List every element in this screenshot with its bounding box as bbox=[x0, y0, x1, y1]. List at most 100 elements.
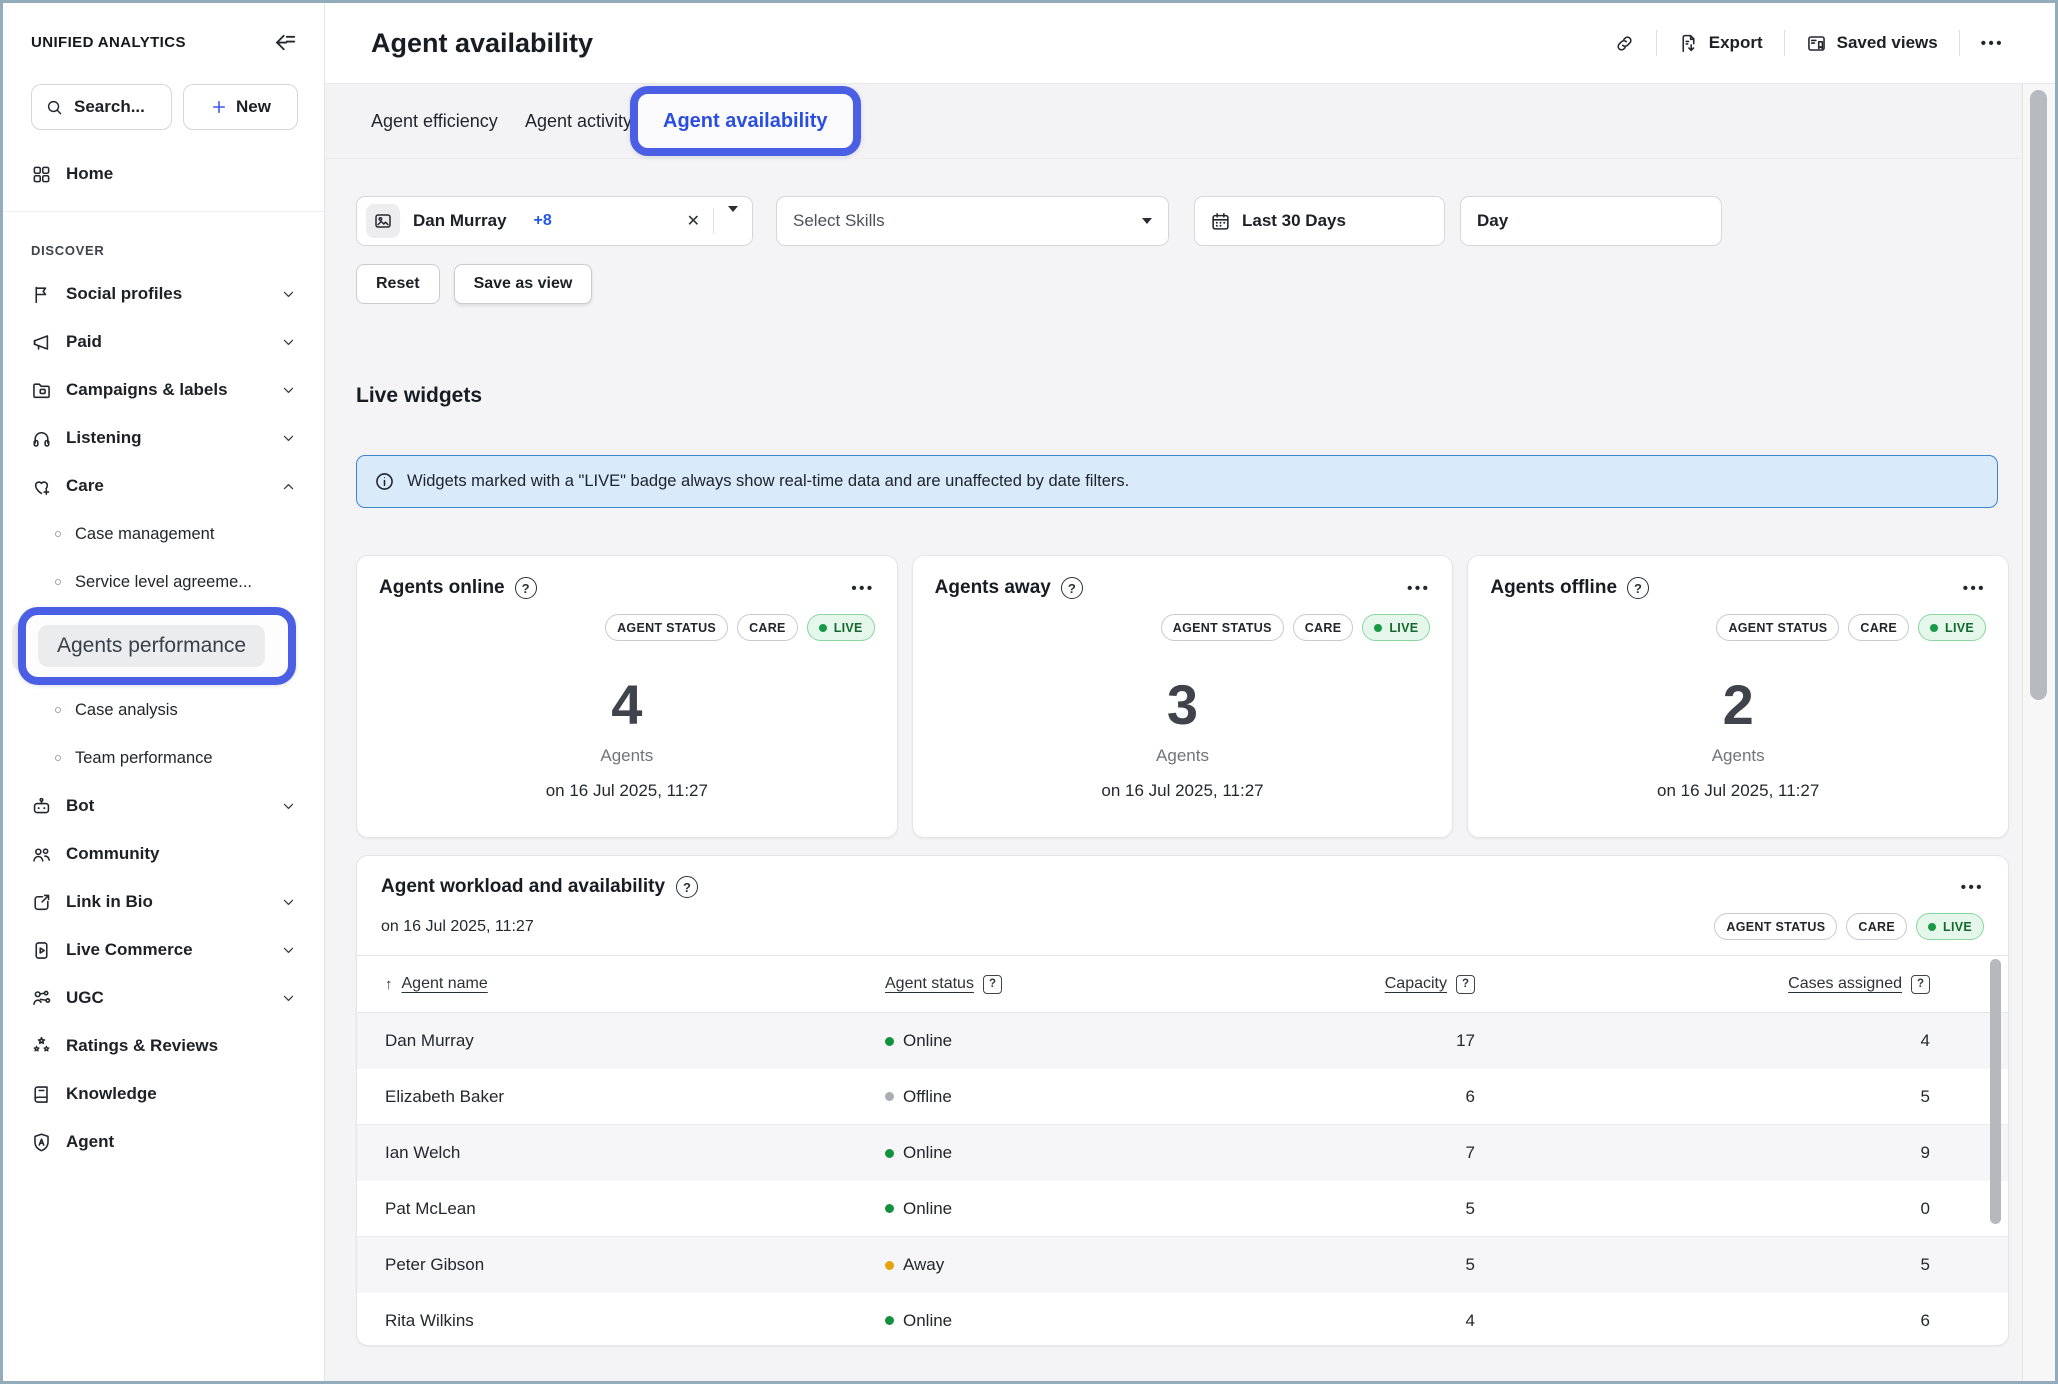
column-header-capacity[interactable]: Capacity bbox=[1335, 975, 1475, 994]
new-label: New bbox=[236, 97, 271, 117]
granularity-filter[interactable]: Day bbox=[1460, 196, 1722, 246]
close-icon[interactable] bbox=[674, 211, 713, 231]
sidebar-item[interactable]: Social profiles bbox=[3, 270, 324, 318]
sidebar-item[interactable]: Community bbox=[3, 830, 324, 878]
sidebar-item[interactable]: Listening bbox=[3, 414, 324, 462]
tab-agent-efficiency[interactable]: Agent efficiency bbox=[371, 84, 498, 159]
link-in-bio-icon bbox=[31, 892, 52, 913]
annotation-ring: Agents performance bbox=[18, 607, 296, 685]
sidebar-item[interactable]: Bot bbox=[3, 782, 324, 830]
sidebar-item[interactable]: UGC bbox=[3, 974, 324, 1022]
cell-capacity: 4 bbox=[1335, 1311, 1475, 1331]
sidebar-item-label: Live Commerce bbox=[66, 940, 280, 960]
stat-card-badges: AGENT STATUS CARE LIVE bbox=[935, 614, 1431, 641]
sidebar-item-home[interactable]: Home bbox=[3, 150, 324, 198]
sidebar-item-label: Link in Bio bbox=[66, 892, 280, 912]
question-icon[interactable] bbox=[1911, 975, 1930, 994]
caret-down-icon bbox=[1142, 218, 1152, 224]
scroll-area: Dan Murray +8 Select Skills Las bbox=[325, 159, 2022, 1381]
date-range-filter[interactable]: Last 30 Days bbox=[1194, 196, 1445, 246]
page-content: Agent efficiency Agent activity Agent av… bbox=[325, 84, 2022, 1381]
cell-agent-status: Online bbox=[885, 1143, 1335, 1163]
sidebar-subitem-highlighted[interactable]: Agents performance bbox=[3, 606, 324, 686]
page-header: Agent availability Export Saved views bbox=[325, 3, 2055, 84]
chevron-down-icon bbox=[280, 894, 297, 911]
calendar-icon bbox=[1210, 211, 1231, 232]
column-header-cases-assigned[interactable]: Cases assigned bbox=[1475, 975, 1980, 994]
sidebar-item-label: Ratings & Reviews bbox=[66, 1036, 280, 1056]
collapse-sidebar-icon[interactable] bbox=[273, 30, 298, 55]
sidebar-item[interactable]: Campaigns & labels bbox=[3, 366, 324, 414]
search-input[interactable]: Search... bbox=[31, 84, 172, 130]
sidebar-subitem[interactable]: Case analysis bbox=[3, 686, 324, 734]
widget-menu-button[interactable] bbox=[1961, 879, 1984, 896]
knowledge-icon bbox=[31, 1084, 52, 1105]
widget-menu-button[interactable] bbox=[1407, 580, 1430, 597]
profile-filter[interactable]: Dan Murray +8 bbox=[356, 196, 753, 246]
sidebar-subitem-label: Agents performance bbox=[38, 625, 265, 667]
copy-link-button[interactable] bbox=[1593, 33, 1656, 54]
question-icon[interactable] bbox=[1627, 577, 1649, 599]
table-header-row: Agent name Agent status Capacity Cases a… bbox=[357, 956, 2008, 1013]
table-row: Dan Murray Online 17 4 bbox=[357, 1013, 2008, 1069]
sidebar-item[interactable]: Care bbox=[3, 462, 324, 510]
cell-agent-name: Elizabeth Baker bbox=[385, 1087, 885, 1107]
question-icon[interactable] bbox=[676, 876, 698, 898]
stat-card-value: 3 bbox=[935, 677, 1431, 733]
save-as-view-button[interactable]: Save as view bbox=[454, 264, 593, 304]
sidebar-subitem-label: Service level agreeme... bbox=[75, 573, 252, 592]
sidebar-subitem[interactable]: Case management bbox=[3, 510, 324, 558]
sidebar-subitem[interactable]: Team performance bbox=[3, 734, 324, 782]
badge-care: CARE bbox=[1846, 913, 1907, 940]
question-icon[interactable] bbox=[515, 577, 537, 599]
skills-filter[interactable]: Select Skills bbox=[776, 196, 1169, 246]
sort-ascending-icon bbox=[385, 976, 393, 993]
reset-button[interactable]: Reset bbox=[356, 264, 440, 304]
table-scrollbar[interactable] bbox=[1990, 959, 2001, 1224]
stat-cards: Agents online AGENT STATUS CARE LIVE 4 A… bbox=[356, 555, 2009, 838]
sidebar-item[interactable]: Ratings & Reviews bbox=[3, 1022, 324, 1070]
table-row: Rita Wilkins Online 4 6 bbox=[357, 1293, 2008, 1346]
saved-views-button[interactable]: Saved views bbox=[1785, 33, 1959, 54]
export-button[interactable]: Export bbox=[1657, 33, 1784, 54]
stat-card-title: Agents online bbox=[379, 577, 505, 599]
headphones-icon bbox=[31, 428, 52, 449]
sidebar-item[interactable]: Knowledge bbox=[3, 1070, 324, 1118]
question-icon[interactable] bbox=[1061, 577, 1083, 599]
column-header-agent-status[interactable]: Agent status bbox=[885, 975, 1335, 994]
chevron-down-icon bbox=[280, 430, 297, 447]
profile-filter-more-count[interactable]: +8 bbox=[534, 212, 552, 230]
sidebar-subitem[interactable]: Service level agreeme... bbox=[3, 558, 324, 606]
badge-agent-status: AGENT STATUS bbox=[1714, 913, 1837, 940]
stat-card-value: 4 bbox=[379, 677, 875, 733]
sidebar-item[interactable]: Link in Bio bbox=[3, 878, 324, 926]
tab-agent-availability-annotated[interactable]: Agent availability bbox=[630, 86, 861, 156]
workload-badges: AGENT STATUS CARE LIVE bbox=[1714, 913, 1984, 940]
sidebar-item-label: Listening bbox=[66, 428, 280, 448]
question-icon[interactable] bbox=[1456, 975, 1475, 994]
bullet-icon bbox=[55, 755, 61, 761]
cell-cases-assigned: 4 bbox=[1475, 1031, 1980, 1051]
page-scrollbar[interactable] bbox=[2030, 90, 2047, 700]
badge-care: CARE bbox=[1848, 614, 1909, 641]
status-dot bbox=[885, 1261, 894, 1270]
badge-agent-status: AGENT STATUS bbox=[1716, 614, 1839, 641]
sidebar-item[interactable]: Live Commerce bbox=[3, 926, 324, 974]
question-icon[interactable] bbox=[983, 975, 1002, 994]
widget-menu-button[interactable] bbox=[851, 580, 874, 597]
badge-agent-status: AGENT STATUS bbox=[605, 614, 728, 641]
new-button[interactable]: New bbox=[183, 84, 298, 130]
column-header-agent-name[interactable]: Agent name bbox=[385, 975, 885, 993]
stat-card: Agents offline AGENT STATUS CARE LIVE 2 … bbox=[1467, 555, 2009, 838]
workload-timestamp: on 16 Jul 2025, 11:27 bbox=[381, 918, 534, 936]
sidebar-item[interactable]: Paid bbox=[3, 318, 324, 366]
widget-menu-button[interactable] bbox=[1963, 580, 1986, 597]
tab-bar: Agent efficiency Agent activity Agent av… bbox=[325, 84, 2022, 159]
sidebar-item[interactable]: Agent bbox=[3, 1118, 324, 1166]
more-options-button[interactable] bbox=[1960, 35, 2025, 52]
cell-agent-status: Online bbox=[885, 1199, 1335, 1219]
caret-down-icon[interactable] bbox=[714, 212, 752, 230]
tab-agent-activity[interactable]: Agent activity bbox=[525, 84, 632, 159]
bullet-icon bbox=[55, 531, 61, 537]
live-info-banner-text: Widgets marked with a "LIVE" badge alway… bbox=[407, 472, 1129, 491]
